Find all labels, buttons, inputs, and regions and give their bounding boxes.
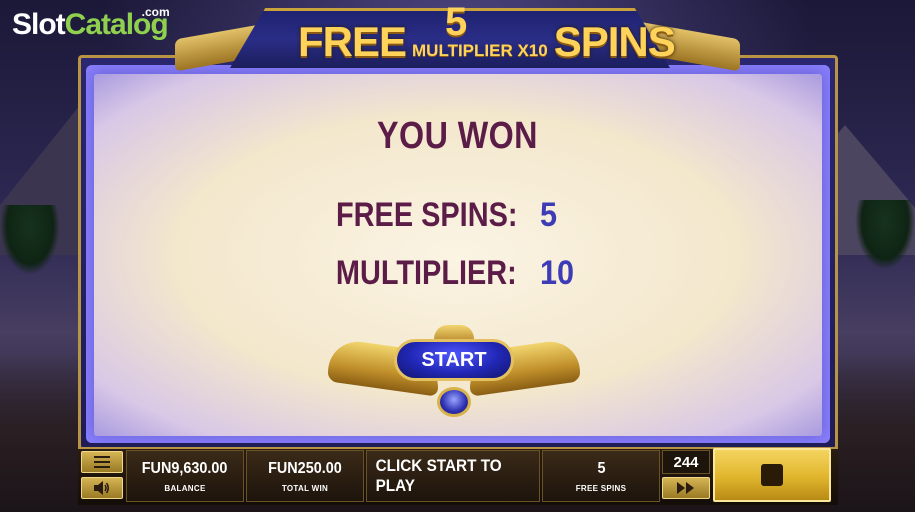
fast-forward-button[interactable] xyxy=(662,477,710,499)
balance-value: FUN9,630.00 xyxy=(142,459,228,477)
ways-count: 244 xyxy=(662,450,710,474)
sound-button[interactable] xyxy=(81,477,123,499)
scarab-start-ornament: START xyxy=(328,325,580,417)
free-spins-counter: 5 xyxy=(596,459,606,477)
free-spins-value: 5 xyxy=(540,196,558,234)
banner-spin-count: 5 xyxy=(445,0,468,44)
spin-stop-button[interactable] xyxy=(713,448,831,502)
status-message: CLICK START TO PLAY xyxy=(375,456,502,495)
multiplier-label: MULTIPLIER: xyxy=(336,254,517,292)
logo-suffix: .com xyxy=(141,5,170,19)
speaker-icon xyxy=(94,481,109,495)
you-won-heading: YOU WON xyxy=(377,115,538,157)
fast-forward-icon xyxy=(677,482,694,494)
banner-spins-text: SPINS xyxy=(553,18,676,65)
banner-title: FREE MULTIPLIER X10 SPINS xyxy=(298,18,676,65)
palm-tree-right xyxy=(855,200,915,270)
logo-word-slot: Slot xyxy=(12,8,66,41)
scarab-gem xyxy=(437,387,471,417)
total-win-display: FUN250.00 TOTAL WIN xyxy=(246,450,364,502)
multiplier-value: 10 xyxy=(540,254,575,292)
hamburger-icon xyxy=(94,456,110,468)
message-display: CLICK START TO PLAY xyxy=(366,450,540,502)
banner-multiplier-text: MULTIPLIER X10 xyxy=(412,41,548,60)
slotcatalog-logo: SlotCatalog .com xyxy=(12,5,170,42)
free-spins-label: FREE SPINS: xyxy=(335,196,517,234)
balance-label: BALANCE xyxy=(164,483,206,493)
free-spins-display: 5 FREE SPINS xyxy=(542,450,660,502)
start-button[interactable]: START xyxy=(394,339,514,381)
total-win-value: FUN250.00 xyxy=(268,459,342,477)
menu-button[interactable] xyxy=(81,451,123,473)
balance-display: FUN9,630.00 BALANCE xyxy=(126,450,244,502)
palm-tree-left xyxy=(0,205,60,275)
free-spins-counter-label: FREE SPINS xyxy=(575,483,627,493)
banner-free-text: FREE xyxy=(298,18,407,65)
stop-icon xyxy=(761,464,783,486)
total-win-label: TOTAL WIN xyxy=(281,483,329,493)
